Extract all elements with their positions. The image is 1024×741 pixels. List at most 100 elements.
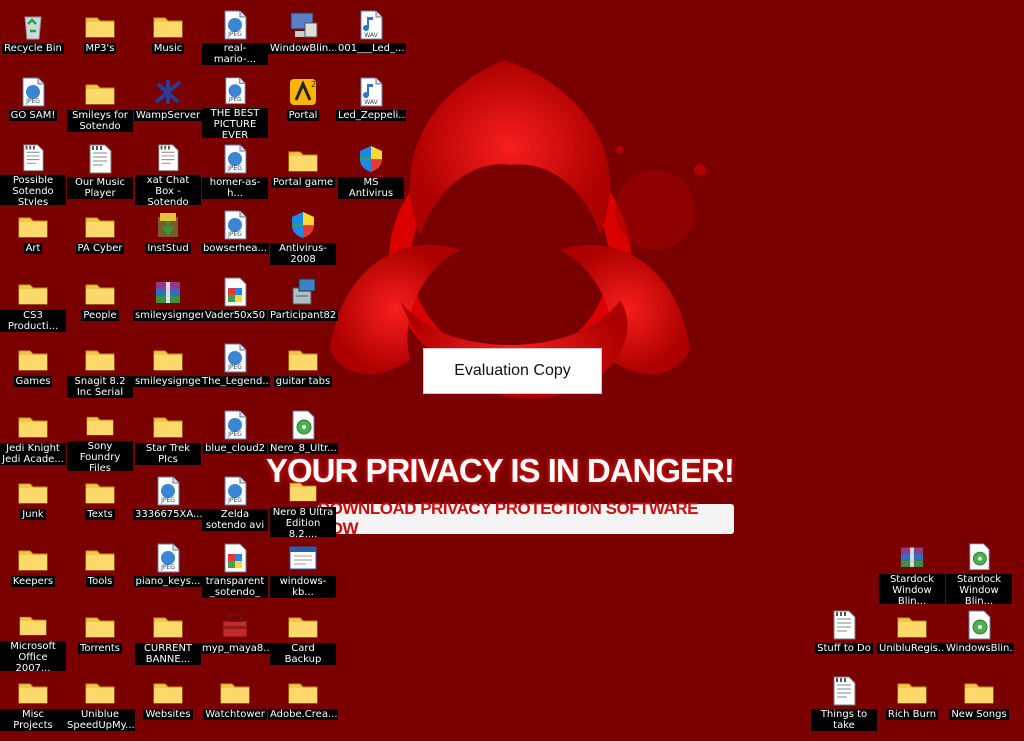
desktop-icon[interactable]: Participant82 <box>268 272 338 338</box>
desktop-icon[interactable]: Tools <box>67 538 133 604</box>
desktop-icon[interactable]: New Songs <box>946 671 1012 737</box>
svg-text:JPEG: JPEG <box>227 364 242 371</box>
svg-text:JPEG: JPEG <box>227 31 242 38</box>
desktop-icon[interactable]: Jedi Knight Jedi Acade... <box>0 405 66 471</box>
desktop-icon[interactable]: Our Music Player <box>67 139 133 205</box>
desktop-icon[interactable]: Nero 8 Ultra Edition 8.2.... <box>270 471 336 537</box>
desktop-icon[interactable]: Keepers <box>0 538 66 604</box>
desktop-icon-label: WindowBlin... <box>268 43 338 54</box>
desktop-icon-label: Zelda sotendo avi <box>202 509 268 531</box>
desktop-icon[interactable]: Antivirus-2008 <box>270 205 336 271</box>
desktop-icon-label: People <box>81 310 119 321</box>
desktop-icon-label: The_Legend... <box>200 376 270 387</box>
folder-icon <box>18 284 48 305</box>
desktop-icon[interactable]: Games <box>0 338 66 404</box>
desktop-icon-label: Junk <box>20 509 46 520</box>
desktop-icon-label: Stuff to Do <box>815 643 873 654</box>
desktop-icon[interactable]: Vader50x50 <box>202 272 268 338</box>
recycle-bin-icon <box>24 16 42 40</box>
desktop-icon[interactable]: WAV Led_Zeppeli... <box>336 72 406 138</box>
desktop-icon[interactable]: WampServer <box>133 72 203 138</box>
desktop-icon[interactable]: Stuff to Do <box>811 605 877 671</box>
desktop-icon[interactable]: Junk <box>0 471 66 537</box>
setup-icon <box>292 278 316 305</box>
desktop-icon[interactable]: windows-kb... <box>270 538 336 604</box>
desktop-icon[interactable]: WAV 001___Led_... <box>336 5 406 71</box>
desktop-icon[interactable]: JPEG real-mario-... <box>202 5 268 71</box>
svg-text:JPEG: JPEG <box>227 431 242 438</box>
wampserver-icon <box>154 80 182 104</box>
desktop-icon-label: New Songs <box>949 709 1009 720</box>
desktop-icon[interactable]: JPEG homer-as-h... <box>202 139 268 205</box>
desktop-icon[interactable]: Texts <box>67 471 133 537</box>
desktop-icon[interactable]: People <box>67 272 133 338</box>
desktop-icon[interactable]: Watchtower <box>202 671 268 737</box>
desktop-icon-label: Nero 8 Ultra Edition 8.2.... <box>270 506 336 537</box>
desktop-icon[interactable]: smileysigngen <box>133 272 203 338</box>
desktop-icon[interactable]: JPEG piano_keys... <box>133 538 203 604</box>
desktop-icon[interactable]: Stardock Window Blin... <box>946 538 1012 604</box>
desktop-icon[interactable]: xat Chat Box - Sotendo <box>135 139 201 205</box>
toolbox-icon <box>222 614 248 638</box>
folder-icon <box>18 217 48 238</box>
svg-text:JPEG: JPEG <box>227 231 242 238</box>
desktop-icon[interactable]: Nero_8_Ultr... <box>268 405 338 471</box>
desktop-icon[interactable]: Rich Burn <box>879 671 945 737</box>
text-file-icon <box>833 676 856 706</box>
desktop-icon[interactable]: JPEG THE BEST PICTURE EVER <box>202 72 268 138</box>
desktop-icon[interactable]: Things to take <box>811 671 877 737</box>
desktop-icon[interactable]: CURRENT BANNE... <box>135 605 201 671</box>
desktop-icon[interactable]: smileysigngen <box>133 338 203 404</box>
desktop-icon[interactable]: JPEG bowserhea... <box>200 205 270 271</box>
desktop-icon[interactable]: Microsoft Office 2007... <box>0 605 66 671</box>
desktop-icon[interactable]: Snagit 8.2 Inc Serial <box>67 338 133 404</box>
desktop-icon[interactable]: Adobe.Crea... <box>268 671 338 737</box>
desktop-icon[interactable]: Portal game <box>270 139 336 205</box>
desktop-icon[interactable]: PA Cyber <box>67 205 133 271</box>
jpeg-file-icon: JPEG <box>224 210 247 240</box>
desktop-icon[interactable]: WindowBlin... <box>268 5 338 71</box>
desktop-icon-label: Card Backup <box>270 643 336 665</box>
desktop-icon[interactable]: Sony Foundry Files <box>67 405 133 471</box>
download-protection-button[interactable]: DOWNLOAD PRIVACY PROTECTION SOFTWARE NOW <box>318 499 734 538</box>
desktop-icon[interactable]: InstStud <box>135 205 201 271</box>
desktop-icon-label: Star Trek PIcs <box>135 443 201 465</box>
desktop-icon[interactable]: WindowsBlin... <box>944 605 1014 671</box>
desktop-icon[interactable]: Possible Sotendo Styles <box>0 139 66 205</box>
desktop-icon[interactable]: MS Antivirus <box>338 139 404 205</box>
desktop-icon[interactable]: guitar tabs <box>270 338 336 404</box>
desktop-icon[interactable]: transparent _sotendo_ <box>202 538 268 604</box>
desktop-icon[interactable]: Misc Projects <box>0 671 66 737</box>
desktop-icon-label: transparent _sotendo_ <box>202 576 268 598</box>
desktop-icon[interactable]: Star Trek PIcs <box>135 405 201 471</box>
desktop-icon[interactable]: Smileys for Sotendo <box>67 72 133 138</box>
desktop-icon-label: smileysigngen <box>133 310 203 321</box>
desktop-icon-label: MP3's <box>83 43 117 54</box>
desktop-icon[interactable]: myp_maya8... <box>200 605 270 671</box>
desktop-icon[interactable]: Uniblue SpeedUpMy... <box>65 671 135 737</box>
desktop-icon[interactable]: 2 Portal <box>270 72 336 138</box>
desktop-icon[interactable]: Recycle Bin <box>0 5 66 71</box>
desktop-icon[interactable]: Stardock Window Blin... <box>879 538 945 604</box>
svg-text:JPEG: JPEG <box>227 165 242 172</box>
svg-text:JPEG: JPEG <box>228 97 242 103</box>
desktop-icon-label: Torrents <box>78 643 122 654</box>
desktop-icon[interactable]: Websites <box>135 671 201 737</box>
desktop-icon[interactable]: MP3's <box>67 5 133 71</box>
desktop-icon[interactable]: JPEG Zelda sotendo avi <box>202 471 268 537</box>
desktop-icon-label: THE BEST PICTURE EVER <box>202 107 268 138</box>
jpeg-file-icon: JPEG <box>224 476 247 506</box>
desktop-icon[interactable]: Music <box>135 5 201 71</box>
desktop-icon[interactable]: Card Backup <box>270 605 336 671</box>
desktop-icon[interactable]: JPEG The_Legend... <box>200 338 270 404</box>
desktop-icon[interactable]: Torrents <box>67 605 133 671</box>
desktop-icon[interactable]: UnibluRegis... <box>877 605 947 671</box>
desktop-icon[interactable]: Art <box>0 205 66 271</box>
desktop-icon[interactable]: CS3 Producti... <box>0 272 66 338</box>
desktop-icon[interactable]: JPEG blue_cloud2 <box>202 405 268 471</box>
desktop-icon-label: GO SAM! <box>8 110 58 121</box>
desktop-icon[interactable]: JPEG 3336675XA... <box>133 471 203 537</box>
desktop-icon[interactable]: JPEG GO SAM! <box>0 72 66 138</box>
shield-icon <box>292 212 314 238</box>
desktop[interactable]: Evaluation Copy YOUR PRIVACY IS IN DANGE… <box>0 0 1024 741</box>
